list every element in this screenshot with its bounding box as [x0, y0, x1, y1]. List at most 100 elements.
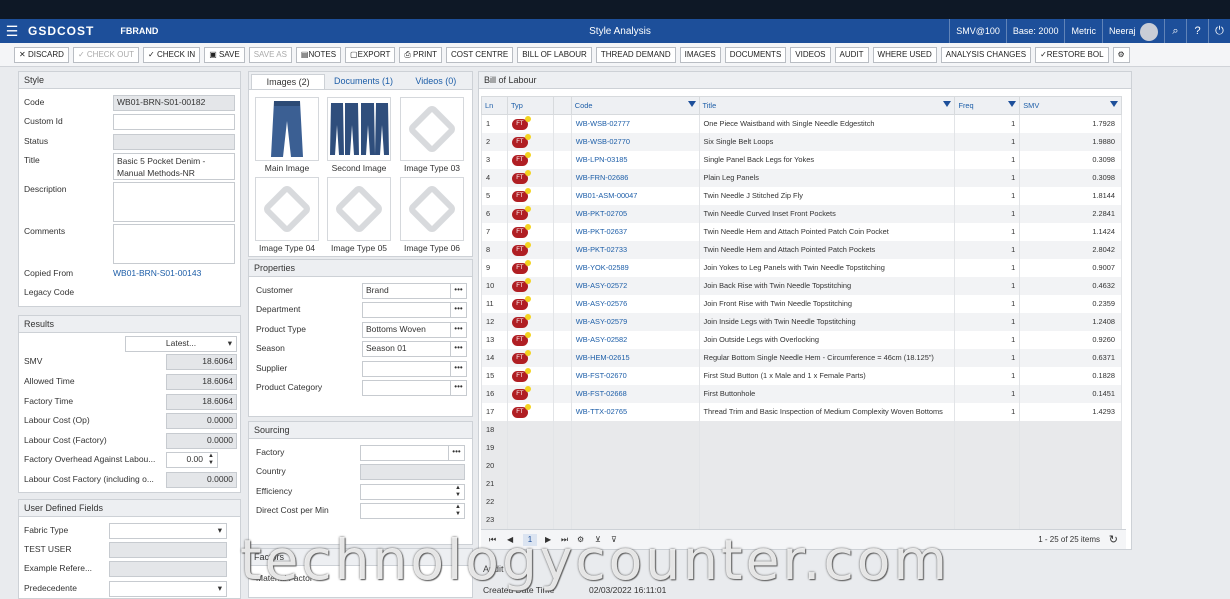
col-code[interactable]: Code [570, 96, 700, 115]
code-field[interactable]: WB01-BRN-S01-00182 [113, 95, 235, 111]
copied-from-link[interactable]: WB01-BRN-S01-00143 [113, 268, 201, 278]
empty-row[interactable]: 20 [481, 456, 1122, 475]
col-typ[interactable]: Typ [506, 96, 554, 115]
season-field[interactable]: Season 01 ••• [362, 341, 467, 357]
row-code[interactable]: WB-FST-02670 [570, 366, 700, 385]
col-ln[interactable]: Ln [481, 96, 508, 115]
refresh-icon[interactable]: ↻ [1109, 530, 1118, 550]
grid-settings-icon[interactable]: ⚙ [577, 530, 584, 550]
power-icon[interactable]: ⏻ [1208, 19, 1230, 43]
row-code[interactable]: WB-FST-02668 [570, 384, 700, 403]
comments-field[interactable] [113, 224, 235, 264]
notes-button[interactable]: ▤NOTES [295, 46, 342, 63]
image-type-04[interactable]: Image Type 04 [254, 177, 320, 259]
discard-button[interactable]: ✕ DISCARD [14, 46, 69, 63]
current-page[interactable]: 1 [523, 534, 537, 546]
table-row[interactable]: 5 FT WB01-ASM-00047 Twin Needle J Stitch… [481, 186, 1122, 205]
table-row[interactable]: 2 FT WB-WSB-02770 Six Single Belt Loops … [481, 132, 1122, 151]
documents-button[interactable]: DOCUMENTS [724, 46, 787, 63]
table-row[interactable]: 16 FT WB-FST-02668 First Buttonhole 1 0.… [481, 384, 1122, 403]
where-used-button[interactable]: WHERE USED [872, 46, 937, 63]
bill-of-labour-button[interactable]: BILL OF LABOUR [517, 46, 592, 63]
table-row[interactable]: 17 FT WB-TTX-02765 Thread Trim and Basic… [481, 402, 1122, 421]
first-page-icon[interactable]: ⏮ [489, 530, 496, 550]
example-reference-field[interactable] [109, 561, 227, 577]
test-user-field[interactable] [109, 542, 227, 558]
base-value[interactable]: Base: 2000 [1005, 19, 1065, 43]
row-code[interactable]: WB01-ASM-00047 [570, 186, 700, 205]
tab-videos[interactable]: Videos (0) [400, 72, 472, 89]
description-field[interactable] [113, 182, 235, 222]
row-code[interactable]: WB-ASY-02579 [570, 312, 700, 331]
empty-row[interactable]: 21 [481, 474, 1122, 493]
row-code[interactable]: WB-WSB-02770 [570, 132, 700, 151]
version-select[interactable]: Latest... ▾ [125, 336, 237, 352]
table-row[interactable]: 13 FT WB-ASY-02582 Join Outside Legs wit… [481, 330, 1122, 349]
save-button[interactable]: ▣ SAVE [204, 46, 245, 63]
row-code[interactable]: WB-LPN-03185 [570, 150, 700, 169]
export-button[interactable]: ▢EXPORT [345, 46, 396, 63]
factory-overhead-input[interactable]: 0.00 ▲ ▼ [166, 452, 218, 468]
help-icon[interactable]: ? [1186, 19, 1208, 43]
product-type-field[interactable]: Bottoms Woven ••• [362, 322, 467, 338]
customer-field[interactable]: Brand ••• [362, 283, 467, 299]
restore-bol-button[interactable]: ✓RESTORE BOL [1035, 46, 1109, 63]
fabric-type-select[interactable]: ▾ [109, 523, 227, 539]
table-row[interactable]: 7 FT WB-PKT-02637 Twin Needle Hem and At… [481, 222, 1122, 241]
prev-page-icon[interactable]: ◀ [507, 530, 513, 550]
videos-button[interactable]: VIDEOS [790, 46, 831, 63]
clear-filter-icon[interactable]: ⊽ [611, 530, 617, 550]
table-row[interactable]: 8 FT WB-PKT-02733 Twin Needle Hem and At… [481, 240, 1122, 259]
main-image[interactable]: Main Image [254, 97, 320, 179]
cost-centre-button[interactable]: COST CENTRE [445, 46, 514, 63]
supplier-field[interactable]: ••• [362, 361, 467, 377]
units[interactable]: Metric [1064, 19, 1102, 43]
check-out-button[interactable]: ✓ CHECK OUT [72, 46, 140, 63]
title-field[interactable]: Basic 5 Pocket Denim - Manual Methods-NR [113, 153, 235, 180]
search-icon[interactable]: ⌕ [1164, 19, 1186, 43]
department-field[interactable]: ••• [362, 302, 467, 318]
row-code[interactable]: WB-ASY-02582 [570, 330, 700, 349]
empty-row[interactable]: 18 [481, 420, 1122, 439]
status-field[interactable] [113, 134, 235, 150]
table-row[interactable]: 12 FT WB-ASY-02579 Join Inside Legs with… [481, 312, 1122, 331]
next-page-icon[interactable]: ▶ [545, 530, 551, 550]
check-in-button[interactable]: ✓ CHECK IN [143, 46, 201, 63]
smv-mode[interactable]: SMV@100 [949, 19, 1006, 43]
settings-icon[interactable]: ⚙ [1112, 46, 1130, 63]
table-row[interactable]: 9 FT WB-YOK-02589 Join Yokes to Leg Pane… [481, 258, 1122, 277]
row-code[interactable]: WB-YOK-02589 [570, 258, 700, 277]
row-code[interactable]: WB-ASY-02572 [570, 276, 700, 295]
second-image[interactable]: Second Image [326, 97, 392, 179]
empty-row[interactable]: 23 [481, 510, 1122, 529]
row-code[interactable]: WB-PKT-02705 [570, 204, 700, 223]
image-type-05[interactable]: Image Type 05 [326, 177, 392, 259]
print-button[interactable]: ⎙ PRINT [399, 46, 442, 63]
tab-images[interactable]: Images (2) [251, 74, 326, 89]
country-field[interactable] [360, 464, 465, 480]
col-freq[interactable]: Freq [954, 96, 1021, 115]
product-category-field[interactable]: ••• [362, 380, 467, 396]
direct-cost-input[interactable]: ▲ ▼ [360, 503, 465, 519]
save-as-button[interactable]: SAVE AS [248, 46, 292, 63]
custom-id-field[interactable] [113, 114, 235, 130]
row-code[interactable]: WB-PKT-02733 [570, 240, 700, 259]
image-type-03[interactable]: Image Type 03 [399, 97, 465, 179]
thread-demand-button[interactable]: THREAD DEMAND [595, 46, 676, 63]
user-menu[interactable]: Neeraj [1101, 19, 1164, 43]
tab-documents[interactable]: Documents (1) [327, 72, 399, 89]
audit-button[interactable]: AUDIT [834, 46, 869, 63]
analysis-changes-button[interactable]: ANALYSIS CHANGES [940, 46, 1032, 63]
col-smv[interactable]: SMV [1019, 96, 1122, 115]
table-row[interactable]: 10 FT WB-ASY-02572 Join Back Rise with T… [481, 276, 1122, 295]
last-page-icon[interactable]: ⏭ [561, 530, 568, 550]
row-code[interactable]: WB-TTX-02765 [570, 402, 700, 421]
table-row[interactable]: 14 FT WB-HEM-02615 Regular Bottom Single… [481, 348, 1122, 367]
col-title[interactable]: Title [698, 96, 956, 115]
table-row[interactable]: 4 FT WB-FRN-02686 Plain Leg Panels 1 0.3… [481, 168, 1122, 187]
empty-row[interactable]: 19 [481, 438, 1122, 457]
row-code[interactable]: WB-HEM-02615 [570, 348, 700, 367]
table-row[interactable]: 15 FT WB-FST-02670 First Stud Button (1 … [481, 366, 1122, 385]
table-row[interactable]: 3 FT WB-LPN-03185 Single Panel Back Legs… [481, 150, 1122, 169]
row-code[interactable]: WB-ASY-02576 [570, 294, 700, 313]
